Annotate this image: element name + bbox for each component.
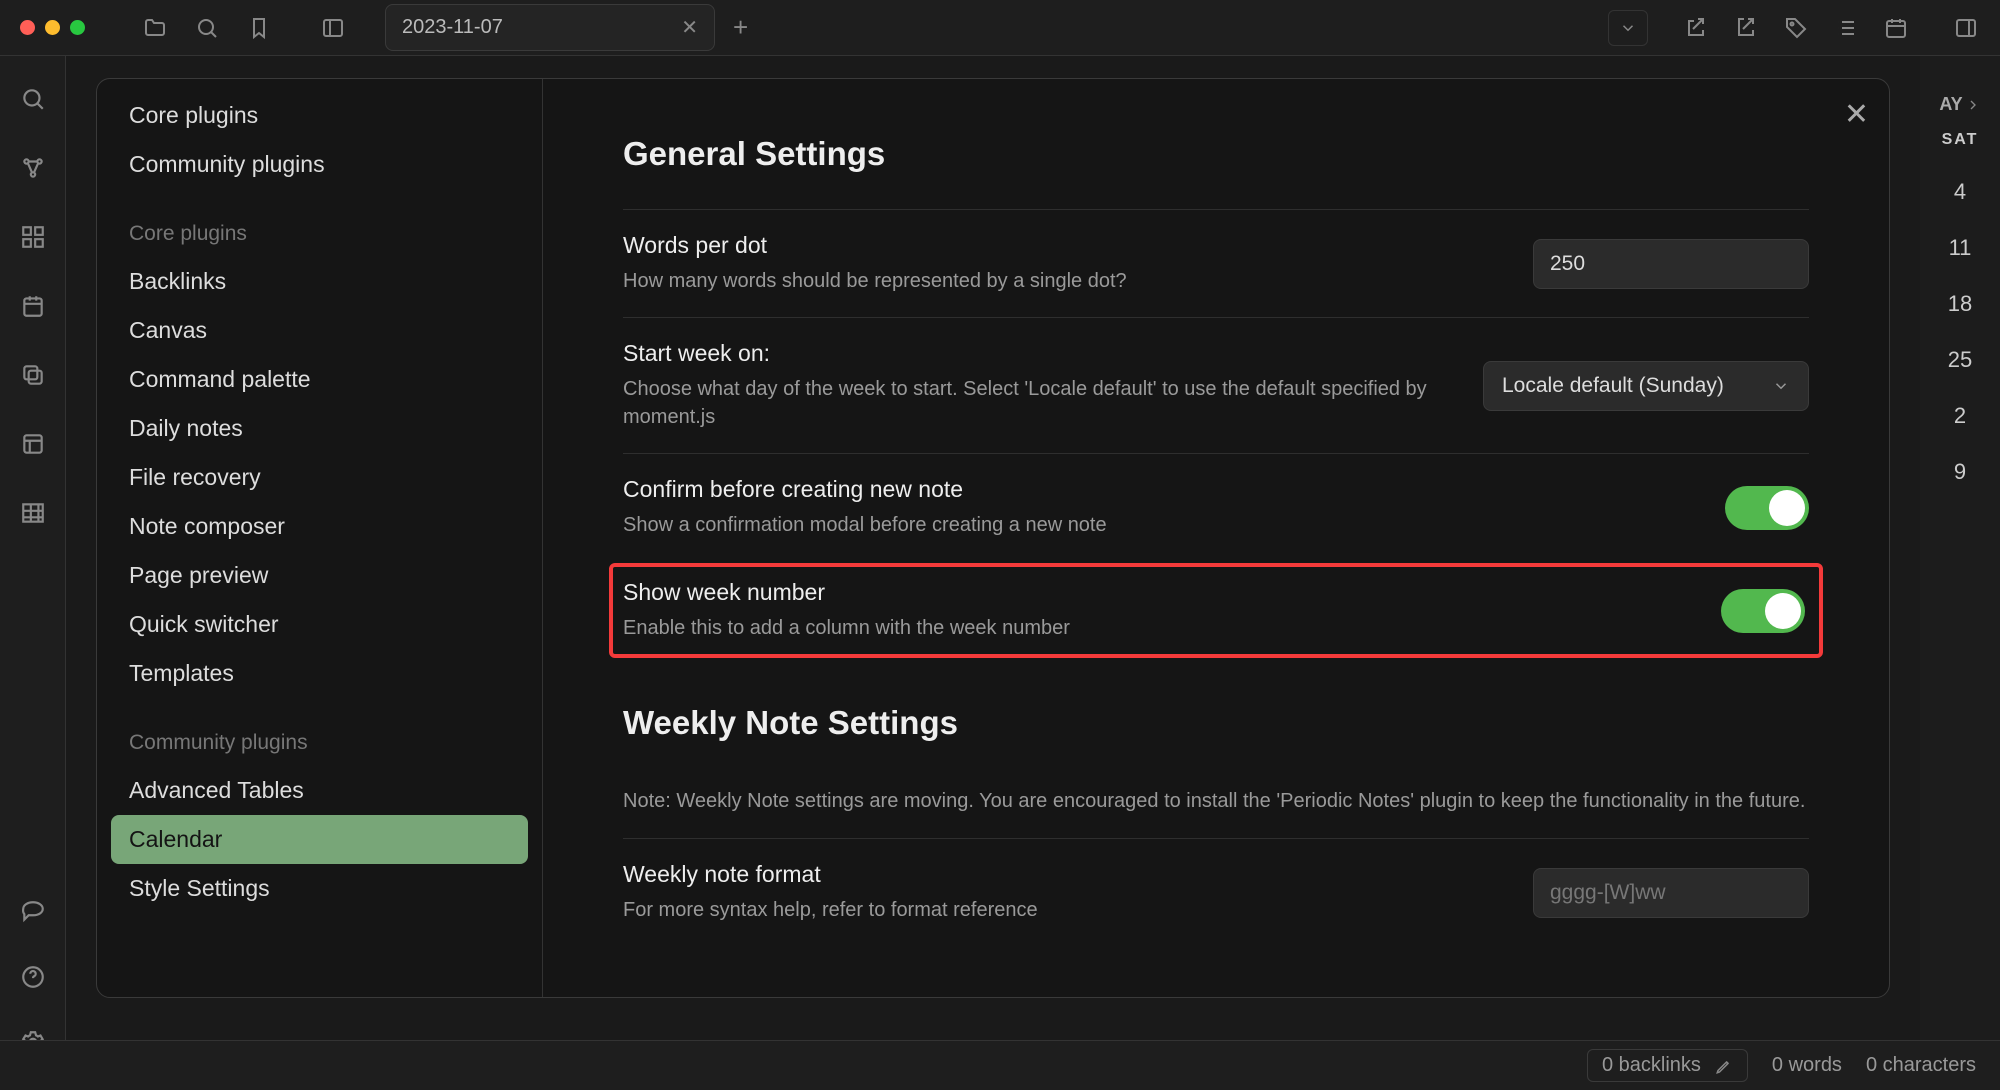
setting-label: Confirm before creating new note: [623, 476, 1685, 503]
setting-words-per-dot: Words per dot How many words should be r…: [623, 209, 1809, 317]
titlebar: 2023-11-07 ✕ +: [0, 0, 2000, 56]
calendar-day[interactable]: 9: [1954, 459, 1966, 485]
sidebar-item-calendar[interactable]: Calendar: [111, 815, 528, 864]
sidebar-item-canvas[interactable]: Canvas: [111, 306, 528, 355]
ribbon-template-icon[interactable]: [20, 431, 46, 462]
bookmark-icon[interactable]: [237, 8, 281, 48]
right-panel-toggle-icon[interactable]: [1944, 8, 1988, 48]
settings-modal: ✕ Core plugins Community plugins Core pl…: [96, 78, 1890, 998]
sidebar-item-backlinks[interactable]: Backlinks: [111, 257, 528, 306]
start-week-dropdown[interactable]: Locale default (Sunday): [1483, 361, 1809, 411]
setting-start-week: Start week on: Choose what day of the we…: [623, 317, 1809, 453]
ribbon-help-icon[interactable]: [20, 964, 46, 995]
setting-confirm-create: Confirm before creating new note Show a …: [623, 453, 1809, 561]
folder-icon[interactable]: [133, 8, 177, 48]
status-backlinks-label: 0 backlinks: [1602, 1054, 1701, 1077]
new-tab-button[interactable]: +: [733, 12, 748, 43]
tab-active[interactable]: 2023-11-07 ✕: [385, 4, 715, 51]
calendar-day[interactable]: 4: [1954, 179, 1966, 205]
tab-title: 2023-11-07: [402, 16, 503, 39]
sidebar-item-quick-switcher[interactable]: Quick switcher: [111, 600, 528, 649]
weekly-format-input[interactable]: [1533, 868, 1809, 918]
pencil-icon: [1715, 1057, 1733, 1075]
confirm-create-toggle[interactable]: [1725, 486, 1809, 530]
setting-description: Show a confirmation modal before creatin…: [623, 511, 1685, 539]
sidebar-header-community-plugins: Community plugins: [111, 720, 528, 766]
ribbon-search-icon[interactable]: [20, 86, 46, 117]
calendar-day[interactable]: 25: [1948, 347, 1972, 373]
export-icon[interactable]: [1724, 8, 1768, 48]
settings-sidebar: Core plugins Community plugins Core plug…: [97, 79, 543, 997]
dropdown-value: Locale default (Sunday): [1502, 374, 1724, 398]
sidebar-item-templates[interactable]: Templates: [111, 649, 528, 698]
calendar-icon[interactable]: [1874, 8, 1918, 48]
setting-show-week-number-highlight: Show week number Enable this to add a co…: [609, 563, 1823, 658]
status-words: 0 words: [1772, 1054, 1842, 1077]
sidebar-item-note-composer[interactable]: Note composer: [111, 502, 528, 551]
tab-bar: 2023-11-07 ✕ +: [385, 4, 1600, 51]
show-week-number-toggle[interactable]: [1721, 589, 1805, 633]
setting-label: Weekly note format: [623, 861, 1493, 888]
minimize-window-button[interactable]: [45, 20, 60, 35]
status-bar: 0 backlinks 0 words 0 characters: [0, 1040, 2000, 1090]
calendar-day-header: SAT: [1942, 131, 1979, 149]
setting-label: Words per dot: [623, 232, 1493, 259]
status-characters: 0 characters: [1866, 1054, 1976, 1077]
calendar-today-label: AY: [1939, 94, 1962, 115]
section-general-title: General Settings: [623, 135, 1809, 173]
setting-label: Start week on:: [623, 340, 1443, 367]
tag-icon[interactable]: [1774, 8, 1818, 48]
sidebar-item-style-settings[interactable]: Style Settings: [111, 864, 528, 913]
calendar-day[interactable]: 11: [1949, 235, 1972, 261]
setting-label: Show week number: [623, 579, 1681, 606]
sidebar-item-daily-notes[interactable]: Daily notes: [111, 404, 528, 453]
window-controls: [20, 20, 85, 35]
settings-content: General Settings Words per dot How many …: [543, 79, 1889, 997]
setting-description: For more syntax help, refer to format re…: [623, 896, 1493, 924]
setting-weekly-format: Weekly note format For more syntax help,…: [623, 838, 1809, 946]
setting-description: How many words should be represented by …: [623, 267, 1493, 295]
sidebar-item-advanced-tables[interactable]: Advanced Tables: [111, 766, 528, 815]
ribbon-graph-icon[interactable]: [20, 155, 46, 186]
setting-description: Choose what day of the week to start. Se…: [623, 375, 1443, 431]
chevron-down-icon: [1772, 377, 1790, 395]
status-backlinks[interactable]: 0 backlinks: [1587, 1049, 1748, 1082]
import-icon[interactable]: [1674, 8, 1718, 48]
search-icon[interactable]: [185, 8, 229, 48]
sidebar-item-command-palette[interactable]: Command palette: [111, 355, 528, 404]
close-window-button[interactable]: [20, 20, 35, 35]
sidebar-item-community-plugins-tab[interactable]: Community plugins: [111, 140, 528, 189]
ribbon: [0, 56, 66, 1090]
maximize-window-button[interactable]: [70, 20, 85, 35]
sidebar-item-core-plugins-tab[interactable]: Core plugins: [111, 91, 528, 140]
setting-description: Enable this to add a column with the wee…: [623, 614, 1681, 642]
calendar-nav[interactable]: AY: [1939, 94, 1980, 115]
words-per-dot-input[interactable]: [1533, 239, 1809, 289]
ribbon-table-icon[interactable]: [20, 500, 46, 531]
tab-close-icon[interactable]: ✕: [681, 15, 698, 40]
section-weekly-title: Weekly Note Settings: [623, 704, 1809, 742]
calendar-day[interactable]: 2: [1954, 403, 1966, 429]
calendar-side-panel: AY SAT 4 11 18 25 2 9: [1920, 56, 2000, 1040]
sidebar-item-page-preview[interactable]: Page preview: [111, 551, 528, 600]
sidebar-header-core-plugins: Core plugins: [111, 211, 528, 257]
sidebar-item-file-recovery[interactable]: File recovery: [111, 453, 528, 502]
outline-icon[interactable]: [1824, 8, 1868, 48]
ribbon-canvas-icon[interactable]: [20, 224, 46, 255]
calendar-day[interactable]: 18: [1948, 291, 1972, 317]
weekly-settings-note: Note: Weekly Note settings are moving. Y…: [623, 778, 1809, 838]
ribbon-daily-note-icon[interactable]: [20, 293, 46, 324]
ribbon-ai-icon[interactable]: [20, 899, 46, 930]
left-panel-toggle-icon[interactable]: [311, 8, 355, 48]
tab-dropdown-button[interactable]: [1608, 10, 1648, 46]
close-icon[interactable]: ✕: [1844, 97, 1869, 132]
ribbon-copy-icon[interactable]: [20, 362, 46, 393]
